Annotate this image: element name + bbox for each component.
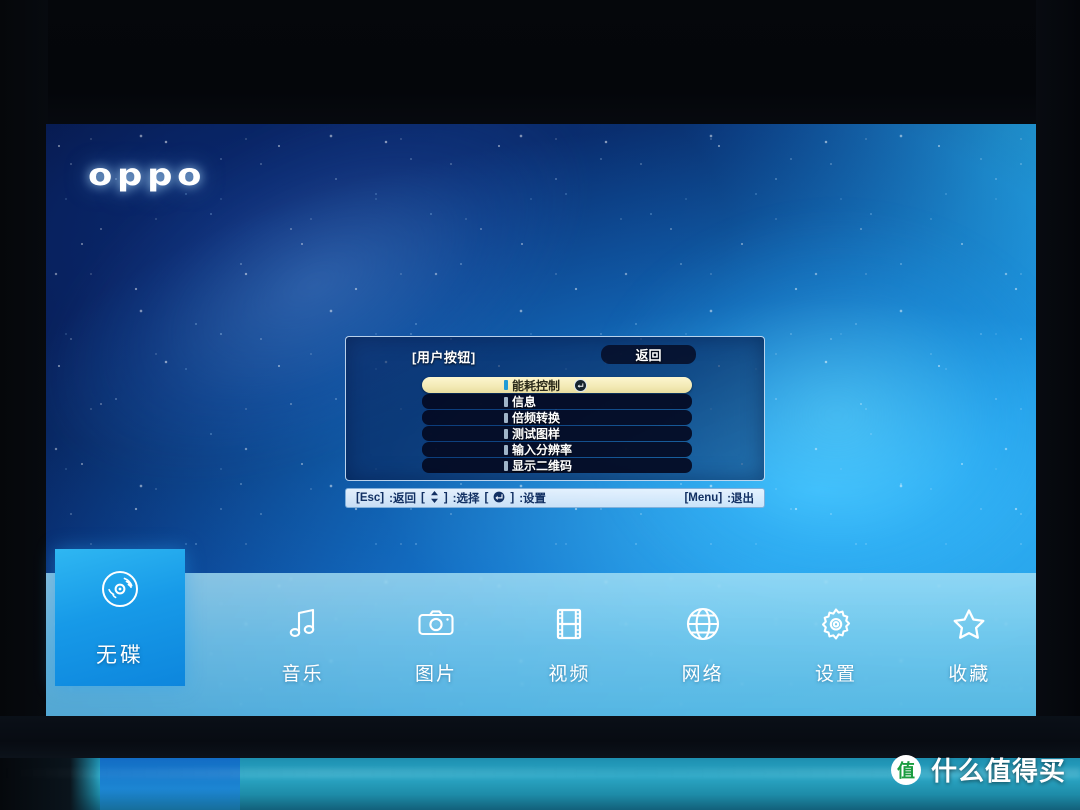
nav-item-label: 音乐 bbox=[281, 664, 324, 685]
gear-icon bbox=[815, 603, 857, 645]
source-tile-label: 无碟 bbox=[96, 644, 144, 667]
esc-key-label: [Esc] bbox=[356, 492, 385, 504]
osd-title: [用户按钮] bbox=[412, 350, 476, 365]
osd-item-label: 信息 bbox=[512, 395, 537, 409]
updown-key-bracket-close: ] bbox=[443, 492, 448, 504]
osd-item-test-pattern[interactable]: 测试图样 bbox=[422, 426, 692, 441]
nav-item-label: 视频 bbox=[548, 664, 591, 685]
source-tile-no-disc[interactable]: 无碟 bbox=[55, 549, 185, 686]
film-strip-icon bbox=[548, 603, 590, 645]
projector-osd-menu: [用户按钮] 返回 能耗控制 信息 倍频转换 测试图样 输入分辨率 显示二维码 … bbox=[345, 336, 765, 520]
bullet-icon bbox=[504, 380, 508, 390]
osd-back-button[interactable]: 返回 bbox=[601, 345, 696, 364]
osd-item-input-resolution[interactable]: 输入分辨率 bbox=[422, 442, 692, 457]
osd-hint-bar: [Esc] :返回 [ ] :选择 [ ] :设置 [Menu] :退出 bbox=[345, 488, 765, 508]
nav-item-label: 收藏 bbox=[948, 664, 991, 685]
menu-key-label: [Menu] bbox=[684, 492, 723, 504]
updown-action-label: :选择 bbox=[452, 493, 480, 505]
nav-item-label: 网络 bbox=[681, 664, 724, 685]
bottom-nav-bar: 音乐 图片 视频 网络 设置 收藏 bbox=[46, 573, 1036, 716]
bullet-icon bbox=[504, 460, 508, 471]
osd-item-label: 倍频转换 bbox=[512, 411, 561, 425]
nav-item-settings[interactable]: 设置 bbox=[769, 603, 902, 686]
up-down-arrow-icon bbox=[430, 490, 439, 506]
osd-hint-left: [Esc] :返回 [ ] :选择 [ ] :设置 bbox=[356, 490, 546, 506]
osd-item-energy-control[interactable]: 能耗控制 bbox=[422, 377, 692, 393]
esc-action-label: :返回 bbox=[389, 493, 416, 505]
osd-item-frame-interpolation[interactable]: 倍频转换 bbox=[422, 410, 692, 425]
room-dark-right bbox=[1036, 0, 1080, 810]
reflection-dark-edge bbox=[0, 758, 100, 810]
nav-item-picture[interactable]: 图片 bbox=[369, 603, 502, 686]
bullet-icon bbox=[504, 412, 508, 423]
music-note-icon bbox=[282, 603, 324, 645]
reflection-blue-tile bbox=[100, 758, 240, 810]
osd-item-information[interactable]: 信息 bbox=[422, 394, 692, 409]
osd-item-list: 能耗控制 信息 倍频转换 测试图样 输入分辨率 显示二维码 bbox=[422, 377, 692, 474]
osd-item-label: 测试图样 bbox=[512, 427, 561, 441]
enter-key-bracket-close: ] bbox=[510, 492, 515, 504]
enter-key-bracket-open: [ bbox=[484, 492, 489, 504]
oppo-logo: oppo bbox=[88, 158, 207, 193]
watermark-badge-icon: 值 bbox=[890, 754, 921, 785]
camera-icon bbox=[415, 603, 457, 645]
watermark-text: 什么值得买 bbox=[930, 756, 1066, 786]
bullet-icon bbox=[504, 444, 508, 455]
bullet-icon bbox=[504, 428, 508, 439]
enter-key-icon bbox=[493, 491, 505, 506]
osd-back-label: 返回 bbox=[635, 348, 662, 363]
osd-item-label: 能耗控制 bbox=[512, 378, 561, 393]
room-dark-top bbox=[0, 0, 1080, 130]
osd-hint-right: [Menu] :退出 bbox=[684, 490, 754, 506]
osd-item-show-qr-code[interactable]: 显示二维码 bbox=[422, 458, 692, 473]
enter-button-icon bbox=[574, 378, 587, 392]
nav-item-network[interactable]: 网络 bbox=[636, 603, 769, 686]
osd-panel: [用户按钮] 返回 能耗控制 信息 倍频转换 测试图样 输入分辨率 显示二维码 bbox=[345, 336, 765, 481]
nav-item-label: 设置 bbox=[814, 664, 857, 685]
nav-item-music[interactable]: 音乐 bbox=[236, 603, 369, 686]
updown-key-bracket-open: [ bbox=[420, 492, 425, 504]
disc-icon bbox=[97, 566, 143, 617]
star-icon bbox=[948, 603, 990, 645]
globe-icon bbox=[682, 603, 724, 645]
bullet-icon bbox=[504, 396, 508, 407]
nav-item-label: 图片 bbox=[414, 664, 457, 685]
nav-item-video[interactable]: 视频 bbox=[503, 603, 636, 686]
osd-item-label: 显示二维码 bbox=[512, 459, 573, 473]
enter-action-label: :设置 bbox=[519, 493, 547, 505]
osd-item-label: 输入分辨率 bbox=[512, 443, 573, 457]
watermark: 值 什么值得买 bbox=[890, 751, 1066, 788]
menu-action-label: :退出 bbox=[727, 493, 754, 505]
projector-photo: oppo [用户按钮] 返回 能耗控制 信息 倍频转换 测试图样 输入分辨率 显… bbox=[0, 0, 1080, 810]
nav-item-favorites[interactable]: 收藏 bbox=[903, 603, 1036, 686]
room-dark-left bbox=[0, 0, 48, 810]
nav-item-list: 音乐 图片 视频 网络 设置 收藏 bbox=[236, 573, 1036, 716]
